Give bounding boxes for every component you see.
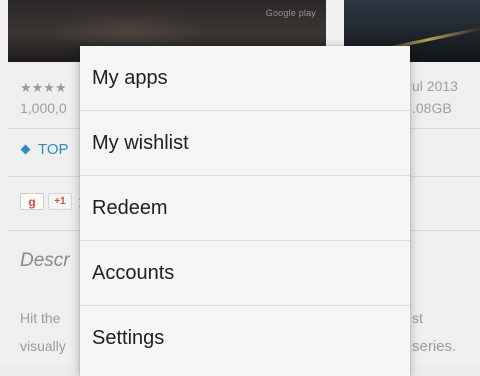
menu-item-settings[interactable]: Settings [80, 306, 410, 371]
google-plus-icon: g [20, 193, 44, 210]
plus-one-row: g +1 1 [20, 193, 86, 210]
app-size: .08GB [412, 100, 452, 116]
overflow-menu: My apps My wishlist Redeem Accounts Sett… [80, 46, 410, 376]
description-text-line: visually [20, 338, 66, 354]
plus-one-button[interactable]: +1 [48, 193, 72, 210]
google-play-badge: Google play [265, 8, 316, 18]
diamond-icon [20, 144, 31, 155]
updated-date: ul 2013 [412, 78, 458, 94]
top-developer-label: TOP [20, 141, 69, 158]
description-text-line: Hit the [20, 310, 61, 326]
menu-item-redeem[interactable]: Redeem [80, 176, 410, 241]
description-text-fragment: series. [412, 338, 457, 355]
menu-item-accounts[interactable]: Accounts [80, 241, 410, 306]
rating-stars: ★★★★ [20, 80, 67, 95]
menu-item-my-wishlist[interactable]: My wishlist [80, 111, 410, 176]
download-count: 1,000,0 [20, 100, 67, 116]
top-label-text: TOP [38, 141, 69, 158]
description-heading: Descr [20, 250, 70, 271]
description-text-fragment: st [412, 310, 423, 326]
thumbnail-glow [48, 10, 208, 50]
menu-item-my-apps[interactable]: My apps [80, 46, 410, 111]
